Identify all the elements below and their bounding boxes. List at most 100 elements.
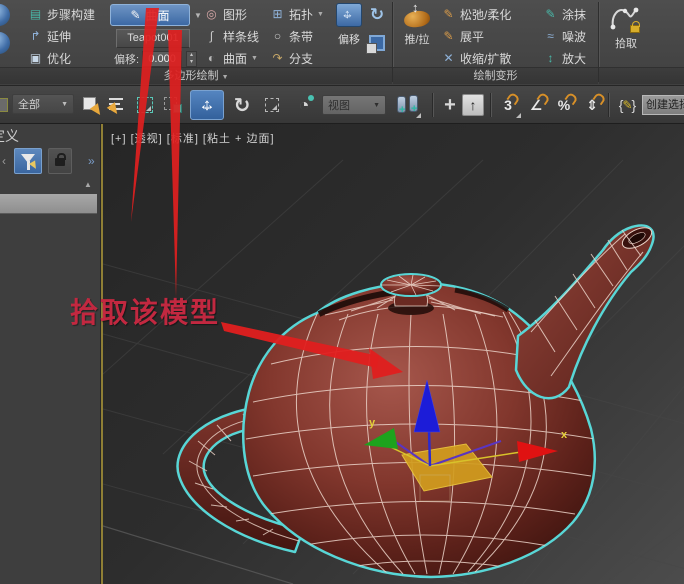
- select-by-name-button[interactable]: [104, 91, 132, 119]
- tool-exaggerate[interactable]: ↕ 放大: [543, 48, 586, 68]
- spline-icon: ∫: [204, 29, 219, 43]
- selection-up-button[interactable]: ↑: [462, 94, 484, 116]
- flyout-corner: [416, 113, 421, 118]
- offset-rotate-button[interactable]: ↻: [366, 4, 388, 26]
- tool-label: 优化: [47, 50, 71, 67]
- push-pull-button[interactable]: ↕ 推/拉: [399, 3, 435, 46]
- tool-pinch-spread[interactable]: ✕ 收缩/扩散: [441, 48, 511, 68]
- ribbon-graphite-tools: ▤ 步骤构建 ↱ 延伸 ▣ 优化 ✎ 曲面 ▼ Teapot001 偏移: 0.…: [0, 0, 684, 86]
- chevron-left-icon[interactable]: ‹: [2, 154, 6, 168]
- lock-icon: [55, 158, 65, 166]
- main-toolbar: 全部 ▼ ↔ ↕ ↻ ◔: [0, 86, 684, 124]
- reference-coordinate-dropdown[interactable]: 视图 ▼: [322, 95, 386, 115]
- clipped-tool-icon[interactable]: [0, 4, 10, 26]
- select-and-manipulate-button[interactable]: ◔: [290, 91, 318, 119]
- tool-label: 样条线: [223, 28, 259, 45]
- up-arrow-icon: ↑: [470, 97, 477, 113]
- flyout-caret: ▼: [251, 55, 258, 62]
- paint-deform-group-label[interactable]: 绘制变形: [393, 67, 598, 84]
- tool-label: 松弛/柔化: [460, 6, 511, 23]
- chevron-right-icon[interactable]: »: [88, 154, 95, 168]
- exaggerate-icon: ↕: [543, 51, 558, 65]
- offset-move-icon: [336, 3, 362, 27]
- pick-label: 拾取: [615, 35, 637, 51]
- select-object-button[interactable]: [77, 91, 105, 119]
- snap-toggle-3d[interactable]: 3: [494, 91, 522, 119]
- optimize-icon: ▣: [28, 51, 43, 65]
- lock-button[interactable]: [48, 148, 72, 174]
- filter-button[interactable]: [14, 148, 42, 174]
- use-pivot-center-button[interactable]: [394, 91, 422, 119]
- teapot-spout[interactable]: [516, 223, 655, 398]
- scale-tool-icon: [265, 98, 279, 112]
- select-and-place-button[interactable]: +: [436, 91, 464, 119]
- pinch-icon: ✕: [441, 51, 456, 65]
- modifier-stack-row[interactable]: [0, 194, 97, 214]
- panel-paint-deform: ↕ 推/拉 ✎ 松弛/柔化 ✎ 展平 ✕ 收缩/扩散 ✎ 涂抹 ≈ 噪波: [393, 0, 598, 85]
- tool-optimize[interactable]: ▣ 优化: [28, 48, 71, 68]
- tool-label: 延伸: [47, 28, 71, 45]
- percent-snap-icon: %: [558, 97, 570, 113]
- tool-label: 步骤构建: [47, 6, 95, 23]
- flatten-icon: ✎: [441, 29, 456, 43]
- rectangular-selection-region-button[interactable]: [131, 91, 159, 119]
- spinner-snap-toggle[interactable]: ⇕: [578, 91, 606, 119]
- chevron-down-icon: ▼: [373, 102, 380, 109]
- tool-label: 条带: [289, 28, 313, 45]
- clipped-toolbar-icon[interactable]: [0, 98, 8, 112]
- offset-big-button[interactable]: 偏移: [336, 3, 362, 47]
- selection-filter-dropdown[interactable]: 全部 ▼: [12, 94, 74, 114]
- select-and-scale-button[interactable]: [258, 91, 286, 119]
- smudge-icon: ✎: [543, 7, 558, 21]
- tool-smudge[interactable]: ✎ 涂抹: [543, 4, 586, 24]
- coordinate-system-value: 视图: [328, 97, 350, 113]
- toolbar-separator: [490, 93, 491, 117]
- pivot-center-icon: [397, 95, 419, 115]
- window-crossing-icon: [164, 97, 182, 113]
- tool-label: 展平: [460, 28, 484, 45]
- named-selection-set-field[interactable]: 创建选择集: [642, 95, 684, 115]
- select-and-move-button[interactable]: ↔ ↕: [190, 90, 224, 120]
- tool-surface-small[interactable]: ◐ 曲面 ▼: [204, 48, 258, 68]
- clipped-tool-icon[interactable]: [0, 32, 10, 54]
- surface-flyout-caret[interactable]: ▼: [194, 11, 202, 20]
- tool-label: 曲面: [223, 50, 247, 67]
- tool-relax[interactable]: ✎ 松弛/柔化: [441, 4, 511, 24]
- select-and-rotate-button[interactable]: ↻: [228, 91, 256, 119]
- plus-cross-icon: +: [444, 94, 456, 117]
- tool-noise[interactable]: ≈ 噪波: [543, 26, 586, 46]
- percent-snap-toggle[interactable]: %: [550, 91, 578, 119]
- tool-topology[interactable]: ⊞ 拓扑 ▼: [270, 4, 324, 24]
- brush-icon: ✎: [130, 8, 140, 22]
- step-build-icon: ▤: [28, 7, 43, 21]
- perspective-viewport[interactable]: [+] [透视] [标准] [粘土 + 边面]: [101, 124, 684, 584]
- window-crossing-toggle[interactable]: [159, 91, 187, 119]
- surface-button-label: 曲面: [146, 7, 170, 24]
- surface-icon: ◐: [204, 51, 219, 65]
- conform-surface-button[interactable]: ✎ 曲面: [110, 4, 190, 26]
- picked-object-button[interactable]: Teapot001: [116, 29, 190, 48]
- axis-y-label: y: [369, 417, 376, 429]
- edit-named-selections-button[interactable]: {✎}: [612, 91, 642, 119]
- viewport-label[interactable]: [+] [透视] [标准] [粘土 + 边面]: [111, 130, 275, 146]
- tool-step-build[interactable]: ▤ 步骤构建: [28, 4, 95, 24]
- angle-snap-toggle[interactable]: ∠: [522, 91, 550, 119]
- axis-x-label: x: [561, 429, 568, 441]
- select-object-icon: [83, 97, 100, 114]
- tool-extend[interactable]: ↱ 延伸: [28, 26, 71, 46]
- tool-shape[interactable]: ◎ 图形: [204, 4, 247, 24]
- offset-value-field[interactable]: 0.000: [142, 51, 182, 67]
- tool-spline[interactable]: ∫ 样条线: [204, 26, 259, 46]
- toolbar-separator: [608, 93, 609, 117]
- tool-flatten[interactable]: ✎ 展平: [441, 26, 484, 46]
- scroll-up-triangle[interactable]: ▲: [84, 180, 92, 189]
- extend-icon: ↱: [28, 29, 43, 43]
- tool-strip[interactable]: ○ 条带: [270, 26, 313, 46]
- flyout-corner: [516, 113, 521, 118]
- offset-spinner[interactable]: ▴▾: [186, 51, 197, 67]
- offset-scale-button[interactable]: [366, 32, 388, 54]
- tool-branch[interactable]: ↷ 分支: [270, 48, 313, 68]
- polydraw-group-label[interactable]: 多边形绘制 ▼: [0, 67, 392, 84]
- pick-button[interactable]: 拾取: [604, 3, 648, 51]
- main-area: 定义 ‹ » ▲ [+] [透视] [标准] [粘土 + 边面]: [0, 124, 684, 584]
